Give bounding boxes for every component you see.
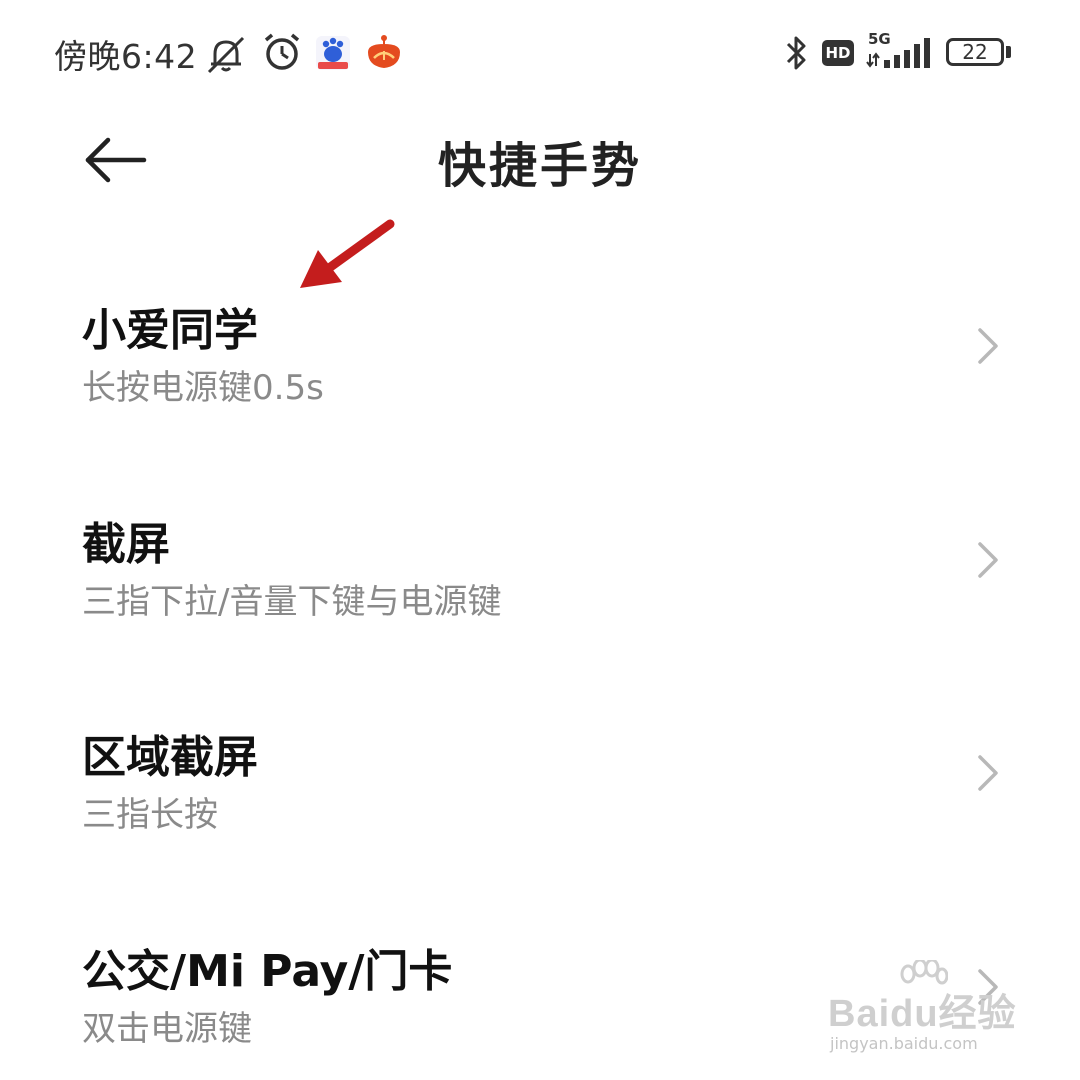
- battery-level: 22: [962, 40, 988, 64]
- chevron-right-icon: [978, 542, 998, 578]
- watermark-logo: Baidu经验: [828, 993, 1017, 1035]
- settings-screen: 傍晚6:42 HD 5G 22 快捷手势 小爱同学 长按电源键0.5s 截屏 三…: [0, 0, 1080, 1080]
- battery-icon: 22: [946, 38, 1004, 66]
- status-bar: 傍晚6:42 HD 5G 22: [0, 0, 1080, 104]
- status-time: 傍晚6:42: [54, 37, 198, 76]
- alarm-icon: [264, 33, 300, 70]
- page-title: 快捷手势: [437, 138, 642, 194]
- item-title: 截屏: [82, 519, 170, 570]
- annotation-arrow-icon: [300, 219, 395, 288]
- chevron-right-icon: [978, 328, 998, 364]
- chevron-right-icon: [978, 755, 998, 791]
- page-header: 快捷手势: [0, 104, 1080, 214]
- bluetooth-icon: [786, 36, 806, 70]
- item-title: 小爱同学: [82, 305, 258, 356]
- item-subtitle: 三指下拉/音量下键与电源键: [82, 582, 502, 622]
- baidu-app-icon: [316, 36, 350, 70]
- signal-icon: [866, 38, 930, 68]
- orange-app-icon: [368, 35, 400, 68]
- watermark-url: jingyan.baidu.com: [830, 1034, 978, 1053]
- item-subtitle: 三指长按: [82, 795, 218, 835]
- list-item-partial-screenshot[interactable]: 区域截屏 三指长按: [0, 721, 1080, 901]
- list-item-screenshot[interactable]: 截屏 三指下拉/音量下键与电源键: [0, 508, 1080, 688]
- item-title: 区域截屏: [82, 732, 258, 783]
- battery-nub: [1006, 46, 1011, 58]
- item-title: 公交/Mi Pay/门卡: [82, 946, 453, 997]
- baidu-watermark: Baidu经验 jingyan.baidu.com: [828, 960, 1028, 1060]
- item-subtitle: 长按电源键0.5s: [82, 368, 324, 408]
- mute-bell-icon: [207, 36, 245, 74]
- hd-voice-badge: HD: [822, 40, 854, 66]
- item-subtitle: 双击电源键: [82, 1009, 252, 1049]
- list-item-xiaoai[interactable]: 小爱同学 长按电源键0.5s: [0, 294, 1080, 474]
